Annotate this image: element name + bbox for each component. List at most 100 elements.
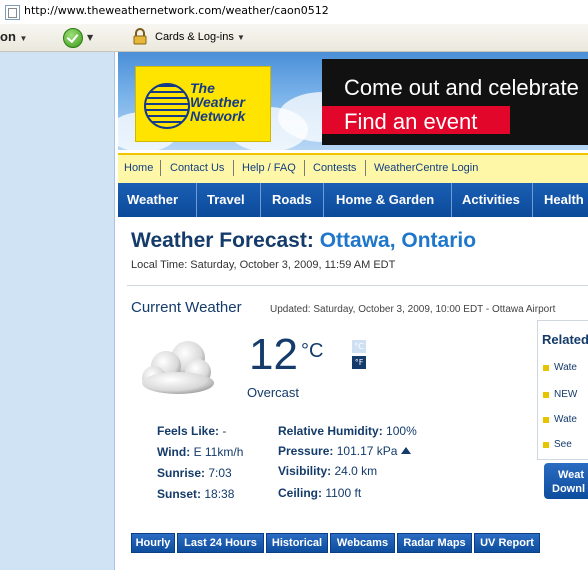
main-nav: Weather Travel Roads Home & Garden Activ… (118, 183, 588, 217)
ceiling-value: 1100 ft (325, 486, 362, 500)
related-link[interactable]: Wate (554, 362, 577, 373)
title-city: Ottawa, Ontario (319, 229, 477, 252)
feels-like-value: - (222, 424, 227, 438)
tab-webcams[interactable]: Webcams (330, 533, 395, 553)
download-button[interactable]: Weat Downl (544, 463, 588, 499)
ad-headline: Come out and celebrate (344, 75, 579, 100)
feels-like: Feels Like: - (157, 424, 226, 438)
temperature-value: 12 (249, 330, 298, 379)
ceiling: Ceiling: 1100 ft (278, 486, 361, 500)
nav-health[interactable]: Health (544, 183, 584, 217)
browser-toolbar: on ▼ ▼ Cards & Log-ins ▼ (0, 24, 588, 52)
logo-line: The (190, 80, 215, 96)
left-panel (0, 52, 115, 570)
visibility-label: Visibility: (278, 464, 332, 478)
page-icon (5, 5, 20, 20)
nav-travel[interactable]: Travel (207, 183, 245, 217)
divider (233, 160, 234, 176)
pressure: Pressure: 101.17 kPa (278, 444, 412, 458)
condition-text: Overcast (247, 385, 300, 400)
temperature-unit: °C (301, 340, 324, 362)
humidity-label: Relative Humidity: (278, 424, 383, 438)
ad-cta[interactable]: Find an event (344, 109, 477, 135)
divider (365, 160, 366, 176)
related-link[interactable]: Wate (554, 414, 577, 425)
logo-text: The Weather Network (190, 81, 245, 123)
divider (323, 183, 324, 217)
tab-last-24-hours[interactable]: Last 24 Hours (177, 533, 264, 553)
visibility: Visibility: 24.0 km (278, 464, 377, 478)
nav-contact-us[interactable]: Contact Us (170, 162, 224, 174)
wind-value: E 11km/h (193, 445, 244, 459)
weather-network-logo[interactable]: The Weather Network (135, 66, 271, 142)
toolbar-brand[interactable]: on ▼ (0, 29, 27, 44)
url-text[interactable]: http://www.theweathernetwork.com/weather… (24, 4, 329, 17)
tab-uv-report[interactable]: UV Report (474, 533, 540, 553)
cards-logins-label: Cards & Log-ins (155, 31, 234, 43)
sunrise-label: Sunrise: (157, 466, 206, 480)
nav-home[interactable]: Home (124, 162, 153, 174)
wind: Wind: E 11km/h (157, 445, 243, 459)
pressure-label: Pressure: (278, 444, 334, 458)
cards-logins-button[interactable]: Cards & Log-ins ▼ (155, 31, 245, 43)
globe-icon (144, 83, 190, 129)
sunset-label: Sunset: (157, 487, 202, 501)
fahrenheit-toggle[interactable]: °F (352, 356, 366, 369)
nav-contests[interactable]: Contests (313, 162, 356, 174)
rising-arrow-icon (401, 447, 412, 454)
page-title: Weather Forecast: Ottawa, Ontario (131, 229, 476, 253)
nav-home-garden[interactable]: Home & Garden (336, 183, 434, 217)
pressure-value: 101.17 kPa (336, 444, 398, 458)
title-prefix: Weather Forecast: (131, 229, 314, 252)
chevron-down-icon: ▼ (236, 33, 245, 42)
related-link[interactable]: NEW (554, 389, 577, 400)
bullet-icon (543, 365, 549, 371)
humidity: Relative Humidity: 100% (278, 424, 417, 438)
sunrise: Sunrise: 7:03 (157, 466, 232, 480)
divider (127, 285, 588, 286)
sunset: Sunset: 18:38 (157, 487, 234, 501)
address-bar[interactable]: http://www.theweathernetwork.com/weather… (0, 0, 588, 25)
check-icon[interactable] (63, 28, 83, 48)
celsius-toggle[interactable]: °C (352, 340, 366, 353)
feels-like-label: Feels Like: (157, 424, 220, 438)
related-panel: Related Wate NEW Wate See (537, 320, 588, 460)
nav-help-faq[interactable]: Help / FAQ (242, 162, 296, 174)
current-weather-heading: Current Weather (131, 299, 242, 316)
bullet-icon (543, 442, 549, 448)
visibility-value: 24.0 km (334, 464, 378, 478)
nav-weathercentre-login[interactable]: WeatherCentre Login (374, 162, 478, 174)
chevron-down-icon[interactable]: ▼ (20, 34, 28, 43)
download-button-line: Weat (558, 469, 585, 481)
related-title: Related (542, 332, 588, 347)
advertisement[interactable]: Come out and celebrate Find an event (322, 59, 588, 145)
chevron-down-icon[interactable]: ▼ (87, 33, 93, 42)
local-time: Local Time: Saturday, October 3, 2009, 1… (131, 259, 396, 271)
humidity-value: 100% (386, 424, 417, 438)
sunrise-value: 7:03 (208, 466, 232, 480)
nav-weather[interactable]: Weather (127, 183, 178, 217)
tab-hourly[interactable]: Hourly (131, 533, 175, 553)
sunset-value: 18:38 (204, 487, 235, 501)
utility-nav: Home Contact Us Help / FAQ Contests Weat… (118, 153, 588, 184)
tab-historical[interactable]: Historical (266, 533, 328, 553)
divider (532, 183, 533, 217)
bullet-icon (543, 392, 549, 398)
overcast-cloud-icon (142, 341, 214, 394)
bullet-icon (543, 417, 549, 423)
download-button-line: Downl (552, 483, 585, 495)
tab-radar-maps[interactable]: Radar Maps (397, 533, 472, 553)
lock-icon[interactable] (132, 28, 148, 45)
nav-activities[interactable]: Activities (462, 183, 520, 217)
related-link[interactable]: See (554, 439, 572, 450)
logo-line: Network (190, 108, 246, 124)
toolbar-brand-label: on (0, 29, 16, 44)
divider (196, 183, 197, 217)
divider (304, 160, 305, 176)
ceiling-label: Ceiling: (278, 486, 322, 500)
updated-text: Updated: Saturday, October 3, 2009, 10:0… (270, 304, 556, 315)
site-banner: The Weather Network Come out and celebra… (118, 52, 588, 150)
divider (160, 160, 161, 176)
nav-roads[interactable]: Roads (272, 183, 312, 217)
divider (260, 183, 261, 217)
